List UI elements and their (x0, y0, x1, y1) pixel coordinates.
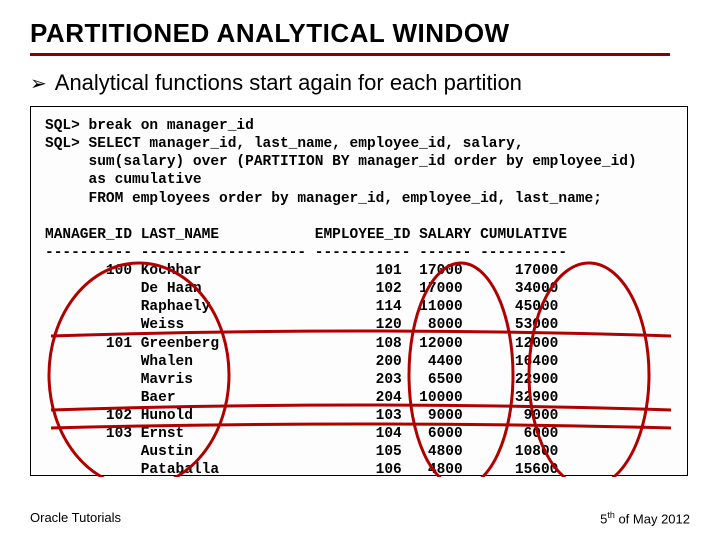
table-row: Raphaely 114 11000 45000 (45, 298, 673, 316)
slide: PARTITIONED ANALYTICAL WINDOW ➢ Analytic… (0, 0, 720, 540)
table-row: 102 Hunold 103 9000 9000 (45, 407, 673, 425)
table-row: 103 Ernst 104 6000 6000 (45, 425, 673, 443)
table-row: Austin 105 4800 10800 (45, 443, 673, 461)
page-title: PARTITIONED ANALYTICAL WINDOW (30, 18, 690, 49)
table-row: Baer 204 10000 32900 (45, 389, 673, 407)
header-row: MANAGER_ID LAST_NAME EMPLOYEE_ID SALARY … (45, 226, 673, 244)
bullet-item: ➢ Analytical functions start again for e… (30, 70, 690, 96)
bullet-arrow-icon: ➢ (30, 71, 47, 96)
footer: Oracle Tutorials 5th of May 2012 (30, 510, 690, 526)
sql-output-box: SQL> break on manager_id SQL> SELECT man… (30, 106, 688, 476)
sql-query: SQL> break on manager_id SQL> SELECT man… (45, 117, 673, 208)
table-row: Weiss 120 8000 53000 (45, 316, 673, 334)
table-row: Mavris 203 6500 22900 (45, 371, 673, 389)
table-row: Pataballa 106 4800 15600 (45, 461, 673, 479)
table-row: 101 Greenberg 108 12000 12000 (45, 335, 673, 353)
table-row: De Haan 102 17000 34000 (45, 280, 673, 298)
title-underline (30, 53, 670, 56)
footer-right: 5th of May 2012 (600, 510, 690, 526)
blank-line (45, 208, 673, 226)
table-row: Whalen 200 4400 16400 (45, 353, 673, 371)
divider-row: ---------- ------------------- ---------… (45, 244, 673, 262)
bullet-text: Analytical functions start again for eac… (55, 70, 522, 96)
data-rows: 100 Kochhar 101 17000 17000 De Haan 102 … (45, 262, 673, 480)
table-row: 100 Kochhar 101 17000 17000 (45, 262, 673, 280)
footer-left: Oracle Tutorials (30, 510, 121, 526)
